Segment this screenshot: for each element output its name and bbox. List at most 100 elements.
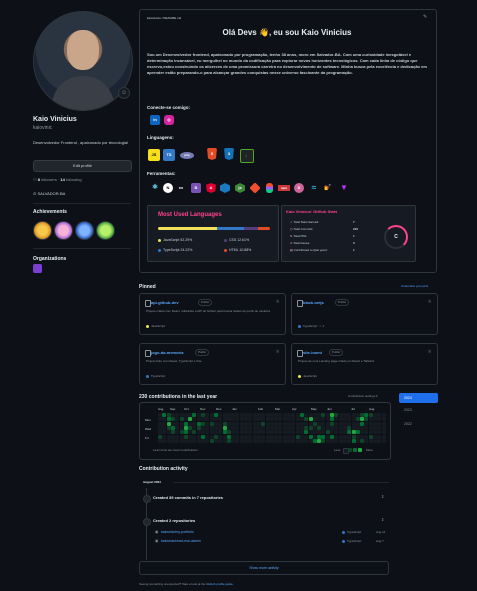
contribution-day[interactable] [364,417,369,422]
pinned-repo-stars[interactable]: 1 [322,324,324,328]
collapse-icon[interactable]: ⇕ [381,517,384,522]
achievement-badge-4[interactable] [96,221,115,240]
readme-path[interactable]: kaiovinicio / README.md [147,16,181,20]
contribution-day[interactable] [308,430,313,435]
contribution-day[interactable] [351,438,356,443]
contribution-day[interactable] [347,434,352,439]
contribution-day[interactable] [304,438,309,443]
contribution-day[interactable] [218,417,223,422]
contribution-day[interactable] [347,438,352,443]
achievement-badge-2[interactable] [54,221,73,240]
contribution-day[interactable] [248,438,253,443]
contribution-day[interactable] [381,438,386,443]
contribution-day[interactable] [381,434,386,439]
contribution-day[interactable] [291,434,296,439]
contribution-day[interactable] [381,430,386,435]
created-repo-link[interactable]: kaiovinic/react-mui-admin [161,539,201,543]
contribution-day[interactable] [179,438,184,443]
drag-handle-icon[interactable]: ⠿ [428,349,431,354]
contribution-day[interactable] [261,430,266,435]
followers-count[interactable]: 8 [38,177,40,182]
contribution-day[interactable] [162,434,167,439]
contribution-day[interactable] [261,438,266,443]
edit-profile-button[interactable]: Edit profile [33,160,132,172]
contribution-day[interactable] [218,438,223,443]
contribution-day[interactable] [179,417,184,422]
contribution-day[interactable] [334,438,339,443]
show-more-activity-button[interactable]: Show more activity [139,561,389,575]
contribution-day[interactable] [205,417,210,422]
contribution-day[interactable] [248,434,253,439]
expand-icon[interactable]: ⇕ [381,494,384,499]
contribution-day[interactable] [175,417,180,422]
contribution-day[interactable] [235,434,240,439]
contribution-settings-dropdown[interactable]: Contribution settings ▾ [348,394,378,398]
contribution-day[interactable] [222,438,227,443]
contribution-day[interactable] [218,430,223,435]
following-count[interactable]: 14 [60,177,64,182]
pinned-repo-name[interactable]: jogo-da-memoria [151,350,183,355]
contribution-day[interactable] [235,417,240,422]
contribution-day[interactable] [321,434,326,439]
contribution-day[interactable] [351,430,356,435]
contribution-day[interactable] [265,417,270,422]
contribution-day[interactable] [308,417,313,422]
contribution-day[interactable] [321,438,326,443]
contribution-day[interactable] [291,430,296,435]
contribution-day[interactable] [308,438,313,443]
contribution-day[interactable] [162,430,167,435]
contribution-day[interactable] [205,438,210,443]
contribution-day[interactable] [334,434,339,439]
contribution-day[interactable] [278,434,283,439]
contribution-day[interactable] [278,438,283,443]
contribution-day[interactable] [377,434,382,439]
contribution-day[interactable] [205,430,210,435]
contribution-day[interactable] [334,417,339,422]
profile-guide-link[interactable]: GitHub profile guide. [206,582,233,586]
drag-handle-icon[interactable]: ⠿ [428,299,431,304]
drag-handle-icon[interactable]: ⠿ [276,299,279,304]
contribution-day[interactable] [291,417,296,422]
contribution-day[interactable] [377,430,382,435]
contribution-day[interactable] [304,430,309,435]
contribution-day[interactable] [364,430,369,435]
created-repo-link[interactable]: kaiovinic/my-portfolio [161,530,194,534]
contribution-day[interactable] [192,417,197,422]
learn-contributions-link[interactable]: Learn how we count contributions [153,448,198,452]
contribution-day[interactable] [192,430,197,435]
activity-commits-summary[interactable]: Created 39 commits in 7 repositories [153,495,223,500]
contribution-day[interactable] [192,434,197,439]
contribution-day[interactable] [248,430,253,435]
contribution-day[interactable] [175,438,180,443]
achievement-badge-3[interactable] [75,221,94,240]
contribution-day[interactable] [179,434,184,439]
contribution-day[interactable] [218,434,223,439]
linkedin-icon[interactable]: in [150,115,160,125]
contribution-day[interactable] [304,417,309,422]
contribution-day[interactable] [261,417,266,422]
contribution-day[interactable] [179,430,184,435]
contribution-day[interactable] [162,438,167,443]
achievement-badge-1[interactable] [33,221,52,240]
contribution-day[interactable] [205,434,210,439]
followers-label[interactable]: followers [41,177,57,182]
contribution-day[interactable] [351,434,356,439]
pinned-repo-name[interactable]: api-github-dev [151,300,179,305]
contribution-day[interactable] [248,417,253,422]
following-label[interactable]: following [66,177,82,182]
contribution-day[interactable] [175,430,180,435]
contribution-day[interactable] [162,417,167,422]
organization-avatar[interactable] [33,264,42,273]
contribution-day[interactable] [347,430,352,435]
contribution-day[interactable] [334,430,339,435]
contribution-day[interactable] [235,438,240,443]
contribution-day[interactable] [364,438,369,443]
contribution-day[interactable] [377,417,382,422]
contribution-day[interactable] [321,430,326,435]
year-2024[interactable]: 2024 [399,393,438,403]
year-2023[interactable]: 2023 [399,405,438,415]
contribution-day[interactable] [308,434,313,439]
contribution-day[interactable] [261,434,266,439]
achievements-title[interactable]: Achievements [33,209,67,215]
contribution-day[interactable] [222,417,227,422]
